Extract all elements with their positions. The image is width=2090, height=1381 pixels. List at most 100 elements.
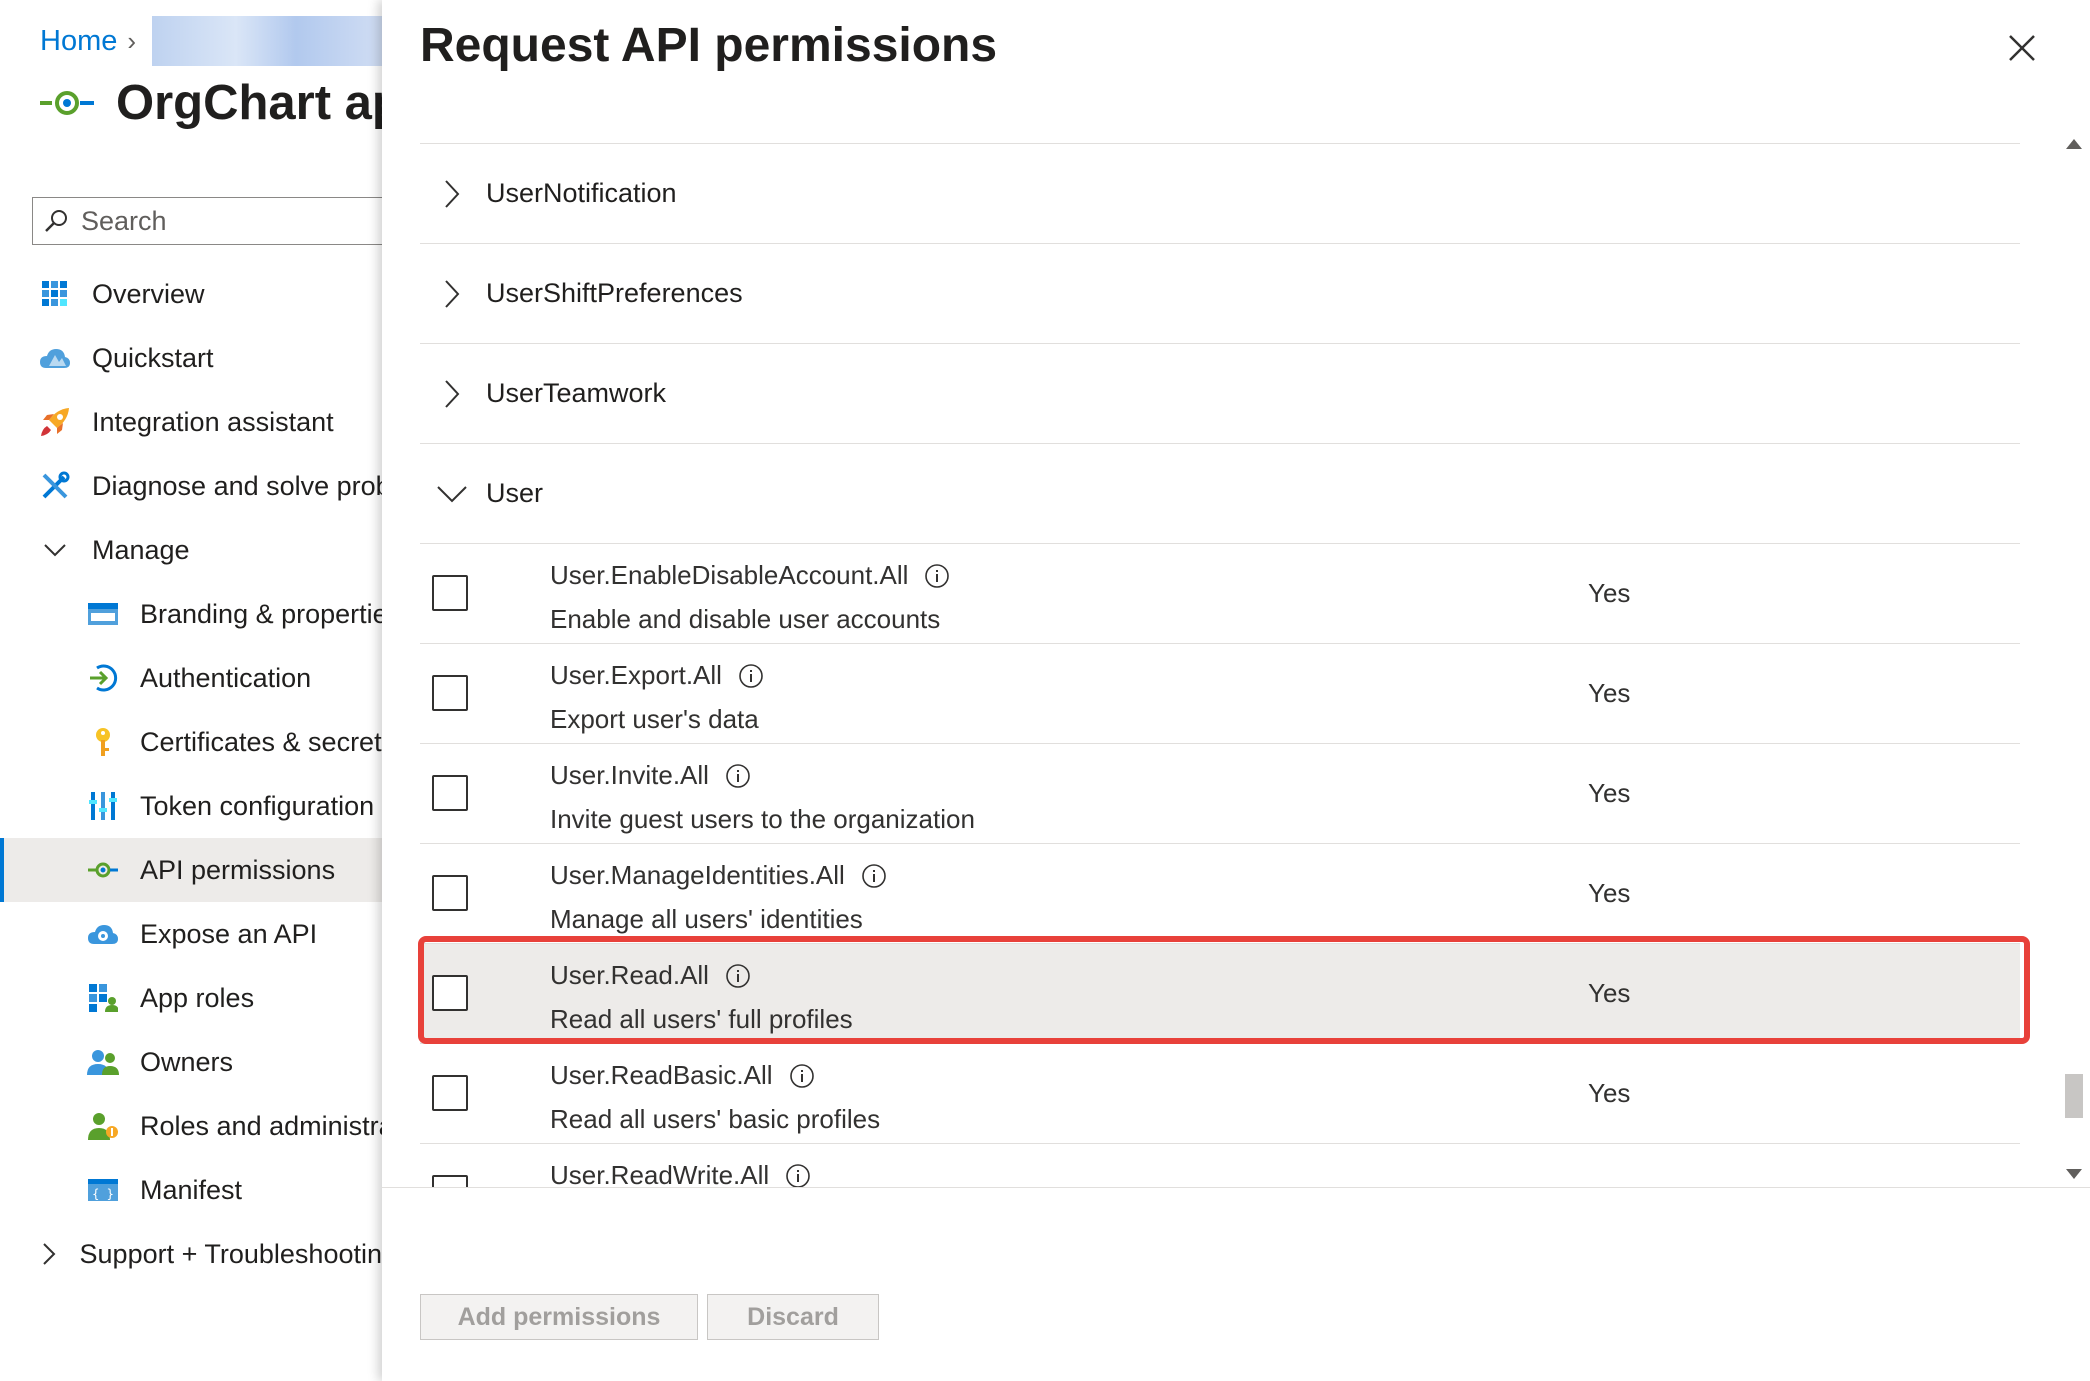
api-permissions-icon [86,853,120,887]
nav-item-label: Authentication [140,662,312,693]
nav-section-manage[interactable]: Manage [0,518,382,582]
nav-item-integration-assistant[interactable]: Integration assistant [0,390,382,454]
nav-item-label: Branding & propertie [140,598,382,629]
request-api-permissions-panel: Request API permissions UserNotification… [382,0,2090,1381]
nav-item-expose-api[interactable]: Expose an API [0,902,382,966]
permission-group-userteamwork[interactable]: UserTeamwork [420,344,2020,444]
nav-item-authentication[interactable]: Authentication [0,646,382,710]
group-label: UserNotification [486,178,677,208]
svg-text:{ }: { } [92,1187,114,1201]
nav-item-app-roles[interactable]: App roles [0,966,382,1030]
permission-description: Export user's data [550,704,759,734]
rocket-icon [38,405,72,439]
info-icon[interactable] [725,763,751,789]
nav-item-api-permissions[interactable]: API permissions [0,838,382,902]
permission-checkbox[interactable] [432,875,468,911]
group-label: User [486,478,544,508]
group-label: UserShiftPreferences [486,278,743,308]
admin-consent-required: Yes [1588,978,1631,1008]
permission-name: User.Export.All [550,660,722,690]
permission-group-user[interactable]: User [420,444,2020,544]
nav-item-label: Expose an API [140,918,318,949]
nav-item-label: Owners [140,1046,234,1077]
chevron-right-icon [434,376,470,412]
api-permissions-icon [40,91,94,115]
manifest-icon: { } [86,1173,120,1207]
nav-item-label: Integration assistant [92,406,334,437]
info-icon[interactable] [861,863,887,889]
nav-item-label: API permissions [140,854,336,885]
scroll-up-arrow-icon[interactable] [2064,134,2084,154]
chevron-right-icon [434,176,470,212]
group-label: UserTeamwork [486,378,667,408]
nav-item-branding[interactable]: Branding & propertie [0,582,382,646]
chevron-down-icon [38,533,72,567]
admin-consent-required: Yes [1588,878,1631,908]
permission-group-usershiftpreferences[interactable]: UserShiftPreferences [420,244,2020,344]
breadcrumb-home-link[interactable]: Home [40,25,117,58]
nav-item-manifest[interactable]: { } Manifest [0,1158,382,1222]
owners-people-icon [86,1045,120,1079]
close-icon[interactable] [2002,28,2042,68]
scroll-down-arrow-icon[interactable] [2064,1164,2084,1184]
permission-row: User.Export.All Export user's data Yes [420,644,2020,744]
nav-item-roles-administrators[interactable]: Roles and administrat [0,1094,382,1158]
breadcrumb-redacted-item[interactable] [152,16,382,66]
nav-item-quickstart[interactable]: Quickstart [0,326,382,390]
nav-section-label: Manage [92,534,190,565]
nav-item-diagnose[interactable]: Diagnose and solve probl [0,454,382,518]
nav-search-box[interactable] [32,197,382,245]
nav-section-support[interactable]: Support + Troubleshootin [0,1222,382,1286]
roles-admin-icon [86,1109,120,1143]
info-icon[interactable] [725,963,751,989]
permission-row: User.ReadBasic.All Read all users' basic… [420,1044,2020,1144]
info-icon[interactable] [785,1163,811,1188]
nav-item-label: Quickstart [92,342,214,373]
info-icon[interactable] [789,1063,815,1089]
nav-item-owners[interactable]: Owners [0,1030,382,1094]
app-roles-icon [86,981,120,1015]
admin-consent-required: Yes [1588,1078,1631,1108]
permissions-scrollbar[interactable] [2060,130,2088,1188]
add-permissions-button[interactable]: Add permissions [420,1294,698,1340]
permission-checkbox[interactable] [432,675,468,711]
permission-checkbox[interactable] [432,1075,468,1111]
permission-name: User.Read.All [550,960,709,990]
permission-row: User.Invite.All Invite guest users to th… [420,744,2020,844]
branding-window-icon [86,597,120,631]
permission-description: Enable and disable user accounts [550,604,941,634]
permission-description: Invite guest users to the organization [550,804,975,834]
discard-button[interactable]: Discard [707,1294,879,1340]
nav-item-label: Overview [92,278,205,309]
nav-item-overview[interactable]: Overview [0,262,382,326]
chevron-right-icon [38,1237,60,1271]
overview-grid-icon [38,277,72,311]
permission-checkbox[interactable] [432,1175,468,1187]
scrollbar-thumb[interactable] [2065,1074,2083,1118]
info-icon[interactable] [738,663,764,689]
permission-checkbox[interactable] [432,775,468,811]
permission-description: Read all users' basic profiles [550,1104,881,1134]
permission-name: User.Invite.All [550,760,709,790]
permission-name: User.ReadBasic.All [550,1060,773,1090]
nav-item-certificates[interactable]: Certificates & secrets [0,710,382,774]
nav-item-label: Token configuration [140,790,375,821]
nav-item-token-configuration[interactable]: Token configuration [0,774,382,838]
app-title-bar: OrgChart ap [36,72,382,134]
key-icon [86,725,120,759]
info-icon[interactable] [924,563,950,589]
permission-row: User.ReadWrite.All [420,1144,2020,1187]
permission-checkbox[interactable] [432,575,468,611]
permission-description: Manage all users' identities [550,904,863,934]
permission-row: User.EnableDisableAccount.All Enable and… [420,544,2020,644]
chevron-down-icon [434,476,470,512]
search-input[interactable] [81,205,381,237]
chevron-right-icon [434,276,470,312]
breadcrumb-separator-icon: › [127,25,137,56]
permission-checkbox[interactable] [432,975,468,1011]
wrench-screwdriver-icon [38,469,72,503]
permission-group-usernotification[interactable]: UserNotification [420,144,2020,244]
permission-row-highlighted: User.Read.All Read all users' full profi… [420,944,2020,1044]
nav-item-label: Manifest [140,1174,243,1205]
app-title: OrgChart ap [116,76,382,130]
